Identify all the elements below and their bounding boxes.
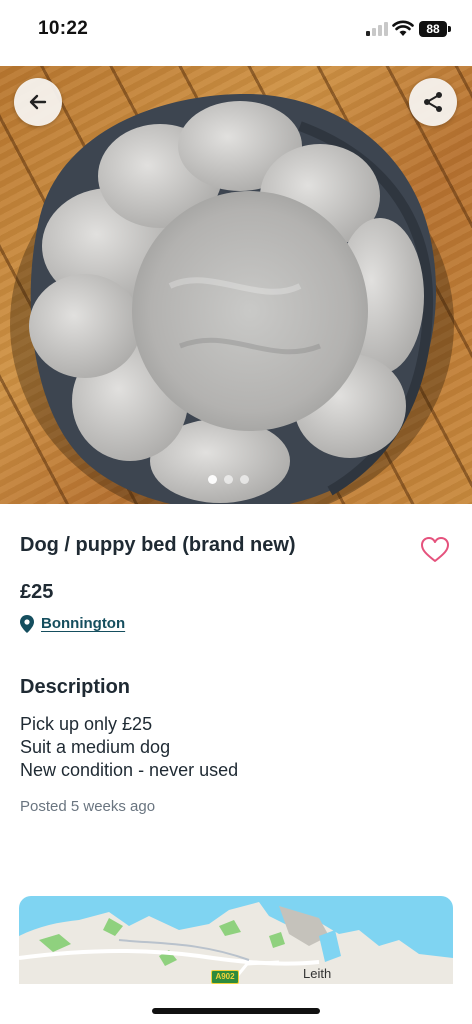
listing-price: £25 — [20, 581, 54, 603]
battery-cap — [448, 26, 451, 32]
listing-photo[interactable] — [0, 66, 472, 504]
location-map[interactable]: A902 Leith — [19, 896, 453, 986]
home-indicator[interactable] — [152, 1008, 320, 1014]
posted-time: Posted 5 weeks ago — [20, 798, 156, 815]
heart-outline-icon[interactable] — [420, 536, 450, 564]
share-button[interactable] — [409, 78, 457, 126]
map-place-label: Leith — [303, 966, 332, 981]
description-line: Suit a medium dog — [20, 737, 171, 757]
description-line: New condition - never used — [20, 760, 239, 780]
share-icon — [424, 92, 442, 112]
arrow-left-icon — [29, 94, 47, 110]
back-button[interactable] — [14, 78, 62, 126]
status-time: 10:22 — [38, 18, 89, 39]
pagination-dot[interactable] — [208, 475, 217, 484]
dog-bed-image — [10, 93, 454, 504]
road-badge: A902 — [211, 970, 239, 984]
pagination-dot[interactable] — [224, 475, 233, 484]
description-line: Pick up only £25 — [20, 714, 153, 734]
description-heading: Description — [20, 676, 131, 698]
location-link[interactable]: Bonnington — [41, 615, 125, 632]
status-bar: 10:22 88 — [0, 0, 472, 66]
cellular-signal-icon — [366, 22, 388, 36]
location-pin-icon — [20, 615, 34, 633]
bottom-bar — [0, 984, 472, 1024]
pagination-dot[interactable] — [240, 475, 249, 484]
battery-icon: 88 — [419, 21, 447, 37]
photo-pagination[interactable] — [208, 474, 268, 486]
wifi-icon — [392, 20, 414, 36]
listing-title: Dog / puppy bed (brand new) — [20, 534, 296, 556]
